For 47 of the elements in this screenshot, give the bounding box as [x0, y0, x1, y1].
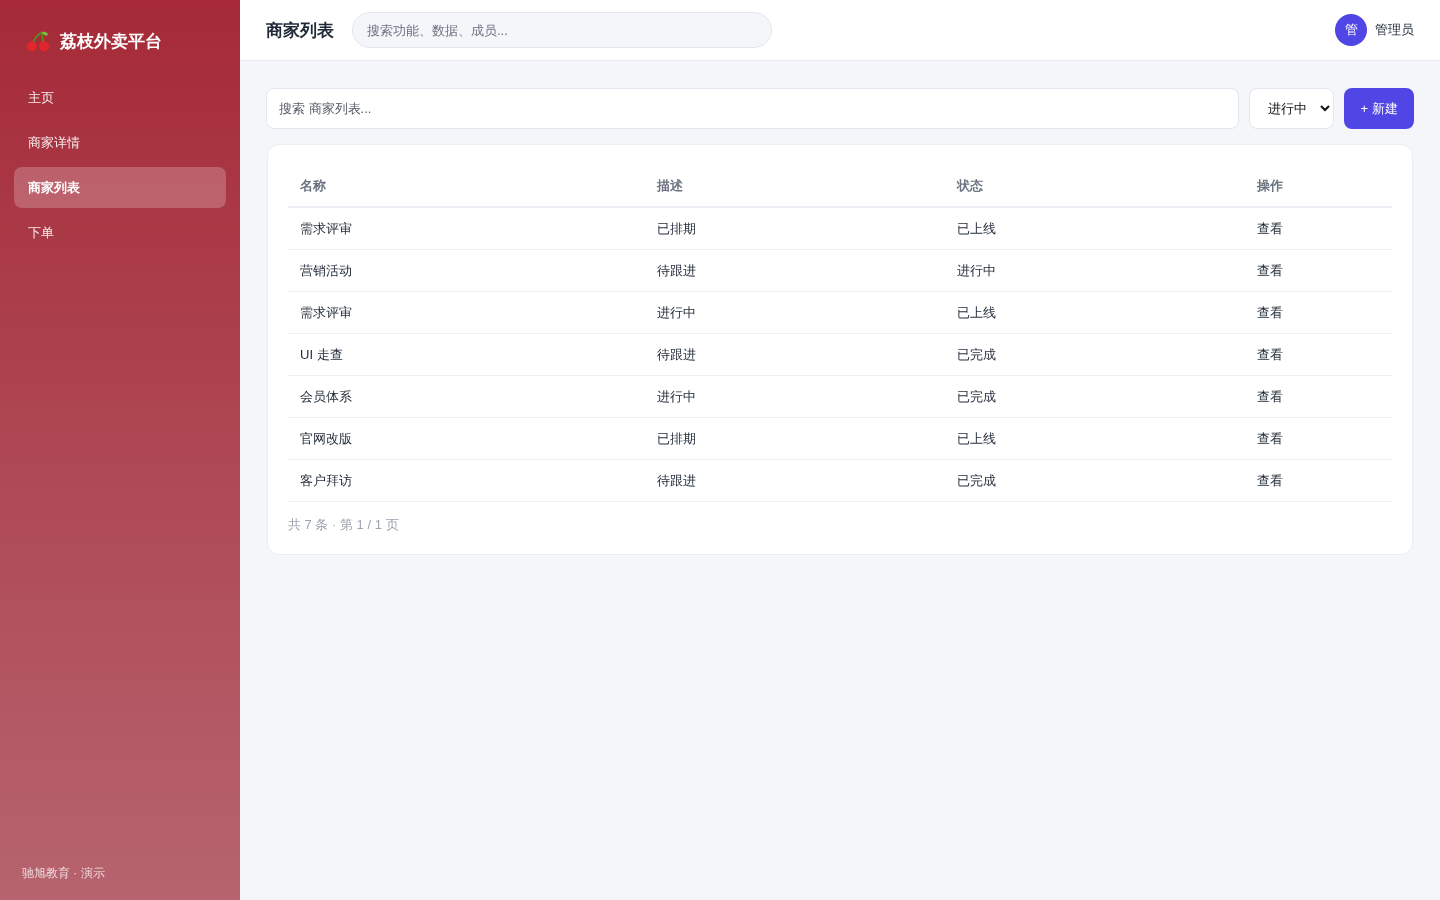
- table-cell: 需求评审: [300, 220, 352, 236]
- user-avatar[interactable]: 管: [1335, 14, 1367, 46]
- table-cell: 客户拜访: [300, 472, 352, 488]
- table-cell: 进行中: [957, 262, 997, 278]
- table-cell: 已完成: [957, 472, 997, 488]
- table-cell: 已排期: [657, 220, 697, 236]
- list-search-field[interactable]: 搜索 商家列表...: [266, 88, 1239, 129]
- user-name[interactable]: 管理员: [1375, 21, 1414, 39]
- view-link[interactable]: 查看: [1257, 429, 1284, 448]
- table-cell: 官网改版: [300, 430, 352, 446]
- column-header: 状态: [957, 177, 984, 193]
- table-cell: 进行中: [657, 388, 697, 404]
- view-link[interactable]: 查看: [1257, 303, 1284, 322]
- column-header: 操作: [1257, 177, 1284, 193]
- table-cell: 待跟进: [657, 346, 697, 362]
- cherry-icon: [26, 30, 50, 52]
- brand-name: 荔枝外卖平台: [60, 30, 162, 53]
- table-cell: 已完成: [957, 388, 997, 404]
- global-search-field[interactable]: 搜索功能、数据、成员...: [352, 12, 772, 48]
- new-button[interactable]: + 新建: [1344, 88, 1414, 129]
- table-cell: 已上线: [957, 220, 997, 236]
- table-cell: 已完成: [957, 346, 997, 362]
- nav-item[interactable]: 主页: [14, 77, 226, 118]
- table-cell: 已上线: [957, 304, 997, 320]
- column-header: 描述: [657, 177, 684, 193]
- view-link[interactable]: 查看: [1257, 219, 1284, 238]
- nav-item[interactable]: 下单: [14, 212, 226, 253]
- table-cell: UI 走查: [300, 346, 343, 362]
- sidebar-footer: 驰旭教育 · 演示: [14, 865, 226, 882]
- table-cell: 待跟进: [657, 472, 697, 488]
- nav-item[interactable]: 商家详情: [14, 122, 226, 163]
- page-title: 商家列表: [266, 19, 334, 42]
- view-link[interactable]: 查看: [1257, 261, 1284, 280]
- status-filter-select[interactable]: 进行中: [1249, 88, 1334, 129]
- table-cell: 待跟进: [657, 262, 697, 278]
- table-cell: 会员体系: [300, 388, 352, 404]
- table-cell: 进行中: [657, 304, 697, 320]
- view-link[interactable]: 查看: [1257, 345, 1284, 364]
- table-cell: 需求评审: [300, 304, 352, 320]
- view-link[interactable]: 查看: [1257, 471, 1284, 490]
- table-cell: 营销活动: [300, 262, 352, 278]
- column-header: 名称: [300, 177, 326, 193]
- pagination-info: 共 7 条 · 第 1 / 1 页: [288, 516, 399, 534]
- nav-item[interactable]: 商家列表: [14, 167, 226, 208]
- table-cell: 已上线: [957, 430, 997, 446]
- table-cell: 已排期: [657, 430, 697, 446]
- view-link[interactable]: 查看: [1257, 387, 1284, 406]
